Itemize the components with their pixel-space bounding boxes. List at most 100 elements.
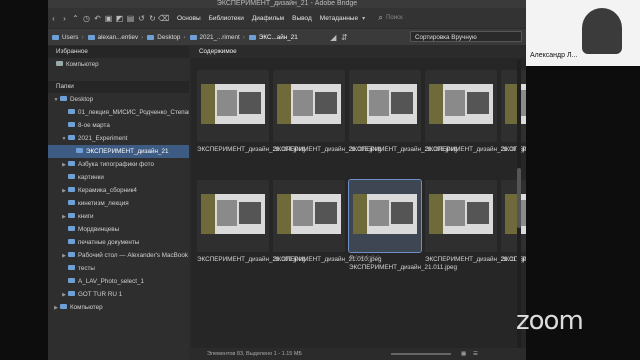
folder-tree-item[interactable]: ▶ книги [48,210,189,223]
thumbnail-image [505,194,526,234]
crumb-label: 2021_...riment [199,33,240,41]
thumbnail-caption: ЭКСПЕРИМЕНТ_дизайн_21.007.jpeg [425,146,526,153]
thumbnail-shape [201,194,215,234]
folder-tree-item[interactable]: тесты [48,262,189,275]
folder-icon [68,109,75,114]
chevron-right-icon[interactable]: ▶ [60,185,68,197]
search-input[interactable]: Поиск [386,15,403,21]
view-grid-icon[interactable]: ▦ [461,348,466,360]
toolbar: ‹ › ⌃ ◷ ↶ ▣ ◩ ▤ ↺ ↻ ⌫ Основы Библиотеки … [48,8,526,28]
view-details-icon[interactable]: ☰ [473,348,478,360]
folder-tree-item[interactable]: ▶ Рабочий стол — Alexander's MacBook Air [48,249,189,262]
thumbnail-cell[interactable]: ЭКСПЕРИМЕНТ_дизайн_21.007.jpeg [425,70,526,153]
sort-icon[interactable]: ⇵ [339,33,350,42]
trash-icon[interactable]: ⌫ [158,14,169,23]
rotate-left-icon[interactable]: ↺ [136,14,147,23]
breadcrumb-users[interactable]: Users [52,34,78,41]
thumbnail-cell[interactable]: ⊘☆☆☆☆☆ ЭКСПЕРИМЕНТ_дизайн_21.011.jpeg [348,179,457,271]
folder-tree-item[interactable]: ▼ 2021_Experiment [48,132,189,145]
back-icon[interactable]: ‹ [48,14,59,23]
folder-icon [68,265,75,270]
folder-tree-item[interactable]: Мордвинцевы [48,223,189,236]
folder-icon [68,187,75,192]
folder-tree-item[interactable]: 8-ое марта [48,119,189,132]
thumbnail-cell[interactable]: ЭКСПЕРИМЕНТ_дизайн_21.006.jpeg [349,70,457,153]
breadcrumb-home[interactable]: alexan...entiev [87,34,138,41]
rating-filter-icon[interactable]: ◢ [328,33,339,42]
search-icon[interactable]: ⌕ [375,13,386,23]
tab-content[interactable]: Содержимое [191,46,526,58]
forward-icon[interactable]: › [59,14,70,23]
recent-icon[interactable]: ◷ [81,14,92,23]
refine-icon[interactable]: ◩ [114,14,125,23]
folder-tree-item[interactable]: ▶ Компьютер [48,301,189,314]
workspace-dropdown-icon[interactable]: ▾ [358,15,369,22]
folder-tree-item[interactable]: картинки [48,171,189,184]
folder-tree-item[interactable]: печатные документы [48,236,189,249]
boomerang-icon[interactable]: ↶ [92,14,103,23]
thumbnail-cell[interactable]: ЭКСПЕРИМЕНТ_дизайн_21.012.jpeg [425,180,526,263]
rating-stars[interactable]: ⊘☆☆☆☆☆ [349,254,381,261]
folder-tree-item[interactable]: 01_лекция_МИСИС_Родченко_Степанова [48,106,189,119]
folder-tree-item[interactable]: ▶ GOT TUR RU 1 [48,288,189,301]
folder-tree-item[interactable]: ▶ Керамика_сборник4 [48,184,189,197]
folder-tree-item[interactable]: ЭКСПЕРИМЕНТ_дизайн_21 [48,145,189,158]
folder-tree-item[interactable]: кинетизм_лекция [48,197,189,210]
menu-filmstrip[interactable]: Диафильм [252,15,284,22]
thumbnail-cell[interactable]: ЭКСПЕРИМЕНТ_дизайн_21.010.jpeg [273,180,381,263]
chevron-right-icon[interactable]: ▶ [52,302,60,314]
thumbnail-shape [315,202,337,224]
breadcrumb-desktop[interactable]: Desktop [147,34,180,41]
folder-tree-label: 2021_Experiment [78,135,128,142]
thumbnail-caption: ЭКСПЕРИМЕНТ_дизайн_21.011.jpeg [349,264,457,271]
folder-icon [68,252,75,257]
participant-avatar [582,8,622,54]
folder-tree-item[interactable]: A_LAV_Photo_select_1 [48,275,189,288]
folder-tree-label: Мордвинцевы [78,226,120,233]
zoom-slider[interactable] [391,353,451,355]
chevron-down-icon[interactable]: ▼ [52,94,60,106]
thumbnail-shape [239,92,261,114]
breadcrumb-experiment[interactable]: 2021_...riment [189,33,240,41]
folder-icon [68,135,75,140]
chevron-down-icon[interactable]: ▼ [60,133,68,145]
chevron-right-icon[interactable]: ▶ [60,250,68,262]
favorite-computer[interactable]: Компьютер [48,58,189,71]
tab-favorites[interactable]: Избранное [48,46,189,58]
sort-select[interactable]: Сортировка Вручную [410,31,522,42]
chevron-right-icon[interactable]: ▶ [60,289,68,301]
thumbnail-cell[interactable]: ЭКСПЕРИМЕНТ_дизайн_21.008.jpeg [501,70,526,153]
breadcrumb-current[interactable]: ЭКС...айн_21 [248,34,298,41]
folder-icon [68,161,75,166]
up-folder-icon[interactable]: ⌃ [70,14,81,23]
thumbnail-shape [315,92,337,114]
folder-icon [189,34,197,40]
thumbnail-cell[interactable]: ЭКСПЕРИМЕНТ_дизайн_21.004.jpeg [197,70,305,153]
folder-tree-item[interactable]: ▼ Desktop [48,93,189,106]
thumbnail-cell[interactable]: ЭКСПЕРИМЕНТ_дизайн_21.009.jpeg [197,180,305,263]
tab-folders[interactable]: Папки [48,81,189,93]
folder-icon [147,34,155,40]
menu-metadata[interactable]: Метаданные [320,15,358,22]
scrollbar-thumb[interactable] [517,168,521,228]
separator-icon: › [183,33,186,41]
thumbnail-shape [369,90,389,116]
thumbnail-cell[interactable]: ЭКСПЕРИМЕНТ_дизайн_21.013.jpeg [501,180,526,263]
zoom-logo: zoom [516,306,584,336]
thumbnail-image [277,194,341,234]
menu-basics[interactable]: Основы [177,15,201,22]
chevron-right-icon[interactable]: ▶ [60,211,68,223]
menu-output[interactable]: Вывод [292,15,312,22]
thumbnail-cell[interactable]: ЭКСПЕРИМЕНТ_дизайн_21.005.jpeg [273,70,381,153]
sidebar: Избранное Компьютер Папки ▼ Desktop 01_лек… [48,46,189,360]
open-icon[interactable]: ▤ [125,14,136,23]
chevron-right-icon[interactable]: ▶ [60,159,68,171]
menu-libraries[interactable]: Библиотеки [209,15,244,22]
thumbnail-shape [277,84,291,124]
camera-icon[interactable]: ▣ [103,14,114,23]
thumbnail-image [277,84,341,124]
folder-tree-item[interactable]: ▶ Азбука типографики фото [48,158,189,171]
rotate-right-icon[interactable]: ↻ [147,14,158,23]
thumbnail-shape [353,194,367,234]
